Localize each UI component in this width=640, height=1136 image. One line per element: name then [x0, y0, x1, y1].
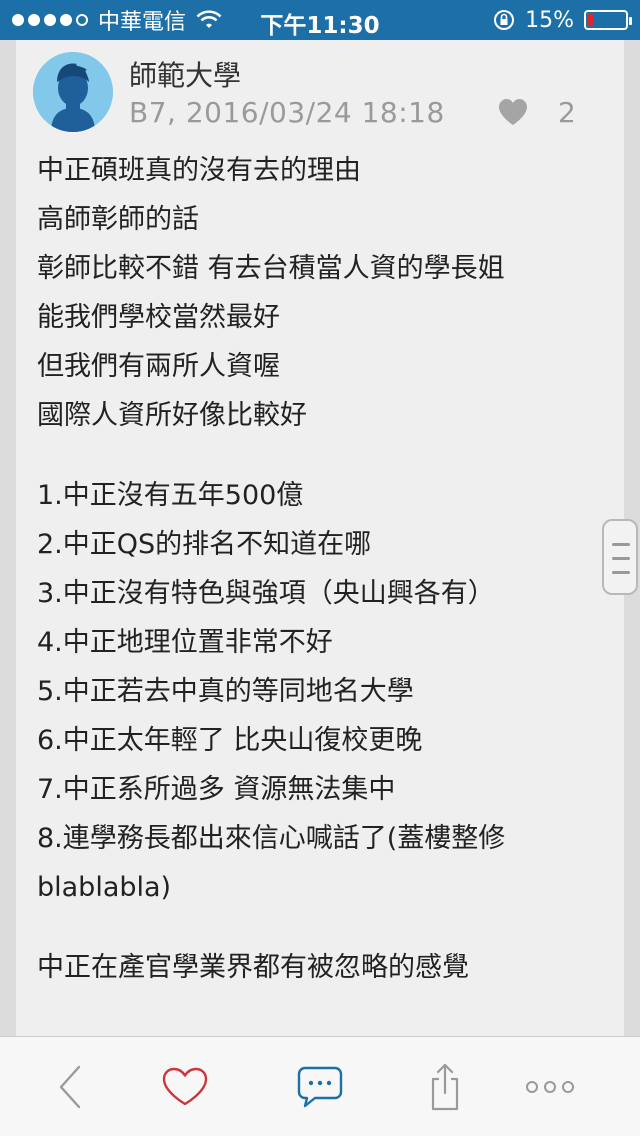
- post-line: 但我們有兩所人資喔: [37, 351, 280, 382]
- more-icon: [526, 1081, 574, 1093]
- share-button[interactable]: [417, 1062, 473, 1112]
- post-line: 3.中正沒有特色與強項（央山興各有）: [37, 578, 495, 609]
- back-button[interactable]: [42, 1062, 98, 1112]
- post-line: 6.中正太年輕了 比央山復校更晚: [37, 725, 423, 756]
- post-line: 高師彰師的話: [37, 204, 199, 235]
- rotation-lock-icon: [494, 10, 515, 30]
- post-body: 中正碩班真的沒有去的理由 高師彰師的話彰師比較不錯 有去台積當人資的學長姐 能我們學…: [37, 146, 607, 992]
- battery-level-fill: [588, 14, 593, 26]
- status-right: 15%: [493, 6, 632, 34]
- comment-icon: [297, 1066, 343, 1108]
- like-button[interactable]: [157, 1062, 213, 1112]
- post-line: 國際人資所好像比較好: [37, 400, 307, 431]
- post-line: 彰師比較不錯 有去台積當人資的學長姐: [37, 253, 505, 284]
- heart-icon: [162, 1067, 208, 1106]
- post-line: 7.中正系所過多 資源無法集中: [37, 774, 396, 805]
- heart-icon[interactable]: [498, 98, 528, 126]
- post-meta: B7, 2016/03/24 18:18: [129, 96, 445, 129]
- post-card: 師範大學 B7, 2016/03/24 18:18 2 中正碩班真的沒有去的理由…: [16, 40, 624, 1036]
- post-line: 1.中正沒有五年500億: [37, 480, 304, 511]
- share-icon: [431, 1063, 459, 1111]
- post-line: 2.中正QS的排名不知道在哪: [37, 529, 372, 560]
- like-count: 2: [558, 96, 576, 129]
- post-line: 中正在產官學業界都有被忽略的感覺: [37, 952, 469, 983]
- status-bar: 中華電信 下午11:30 15%: [0, 0, 640, 40]
- post-line: 能我們學校當然最好: [37, 302, 280, 333]
- avatar[interactable]: [33, 52, 113, 132]
- post-line: 5.中正若去中真的等同地名大學: [37, 676, 414, 707]
- post-line: 中正碩班真的沒有去的理由: [37, 155, 361, 186]
- user-silhouette-icon: [33, 52, 113, 132]
- back-icon: [59, 1065, 81, 1109]
- scroll-handle[interactable]: [602, 519, 638, 595]
- post-line: 4.中正地理位置非常不好: [37, 627, 333, 658]
- post-line: blablabla): [37, 872, 172, 903]
- bottom-toolbar: [0, 1036, 640, 1136]
- post-line: 8.連學務長都出來信心喊話了(蓋樓整修: [37, 823, 506, 854]
- comment-button[interactable]: [292, 1062, 348, 1112]
- more-button[interactable]: [522, 1062, 578, 1112]
- post-author[interactable]: 師範大學: [129, 54, 241, 94]
- battery-percent: 15%: [525, 7, 574, 33]
- battery-icon: [584, 10, 632, 30]
